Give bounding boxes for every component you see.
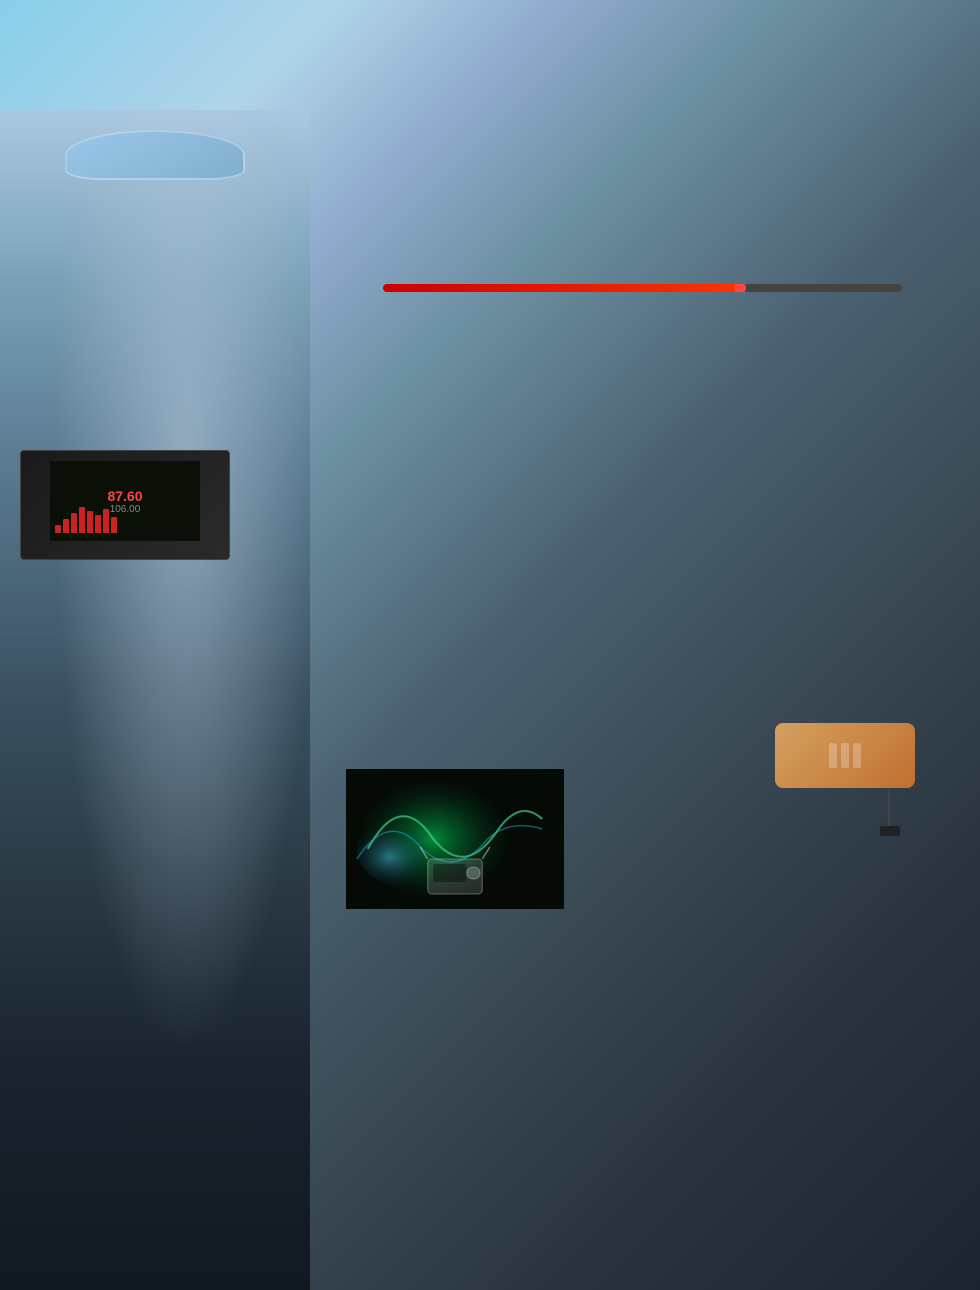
dab-visual-area [346, 769, 564, 909]
eq-bar-3 [71, 513, 77, 533]
car-radio-unit: 87.60 106.00 [20, 450, 230, 560]
dab-cable [888, 788, 890, 828]
volume-thumb [734, 284, 746, 292]
car-radio-screen: 87.60 106.00 [50, 461, 200, 541]
eq-bar-4 [79, 507, 85, 533]
equalizer-bars [55, 507, 117, 533]
rearview-mirror [65, 130, 245, 180]
eq-bar-2 [63, 519, 69, 533]
car-dashboard-simulation: 87.60 106.00 [0, 110, 310, 1290]
dab-plug [880, 826, 900, 836]
eq-bar-1 [55, 525, 61, 533]
eq-bar-7 [103, 509, 109, 533]
dab-box-strip-2 [841, 743, 849, 768]
volume-fill [383, 284, 746, 292]
dab-box-strip-3 [853, 743, 861, 768]
dab-box-body [775, 723, 915, 788]
dab-box-visual-area [745, 723, 945, 883]
dab-box-strip-1 [829, 743, 837, 768]
left-panel: 87.60 106.00 [0, 110, 310, 1290]
eq-bar-5 [87, 511, 93, 533]
dab-wave-art [346, 769, 564, 909]
eq-bar-6 [95, 515, 101, 533]
volume-track[interactable] [383, 284, 902, 292]
eq-bar-8 [111, 517, 117, 533]
